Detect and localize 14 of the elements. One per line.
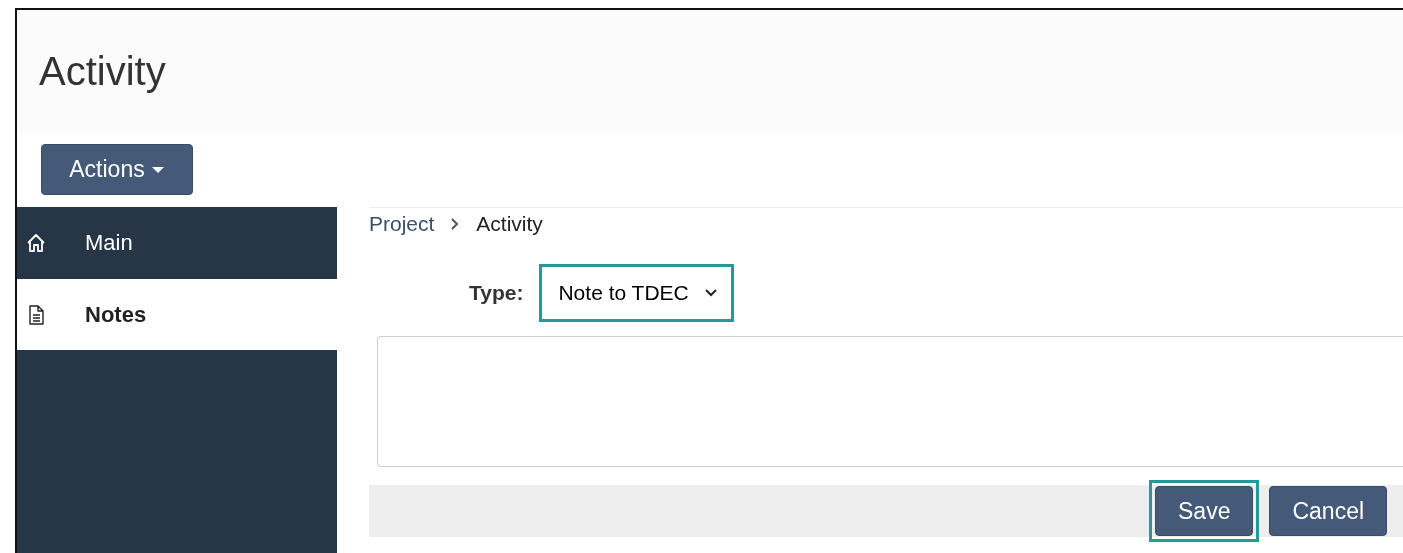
actions-button[interactable]: Actions — [41, 144, 193, 195]
form-button[interactable]: Cancel — [1269, 486, 1388, 536]
sidebar-item[interactable]: Notes — [17, 279, 337, 351]
type-label: Type: — [469, 281, 524, 305]
breadcrumb-item: Activity — [476, 212, 543, 236]
form-button[interactable]: Save — [1155, 486, 1254, 536]
home-icon — [25, 231, 47, 254]
chevron-down-icon — [704, 289, 717, 297]
caret-icon — [150, 165, 165, 174]
note-field[interactable] — [377, 336, 1403, 467]
breadcrumb-item[interactable]: Project — [369, 212, 435, 236]
type-select[interactable]: Note to TDEC — [539, 264, 734, 322]
chevron-icon — [450, 217, 461, 231]
page-title: Activity — [39, 48, 166, 94]
